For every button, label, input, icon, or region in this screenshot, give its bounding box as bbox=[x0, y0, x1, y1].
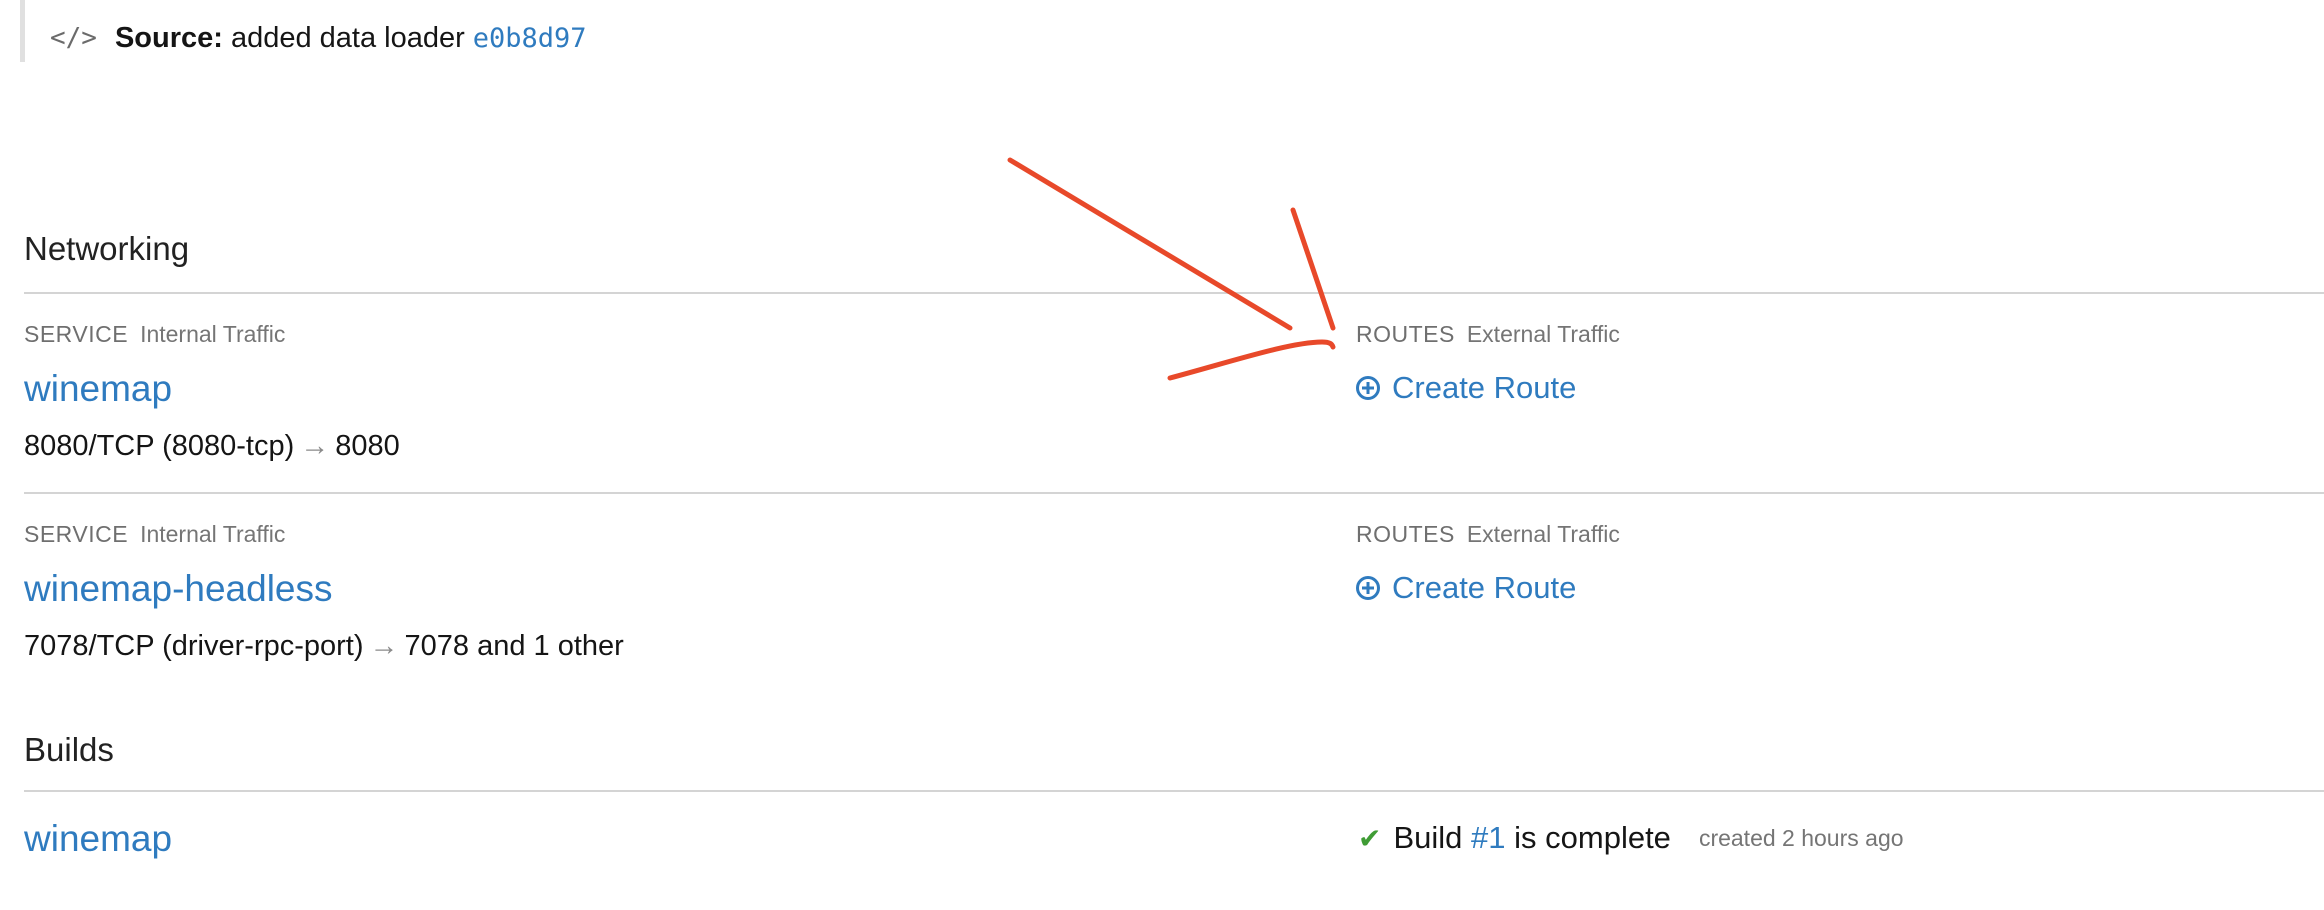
annotation-stroke-main bbox=[1007, 157, 1293, 331]
routes-key: ROUTES bbox=[1356, 321, 1455, 347]
routes-key: ROUTES bbox=[1356, 521, 1455, 547]
build-status: ✔ Build #1 is complete created 2 hours a… bbox=[1358, 820, 1904, 856]
source-label: Source: bbox=[114, 21, 223, 54]
networking-divider bbox=[24, 292, 2324, 294]
service-sub: Internal Traffic bbox=[140, 321, 286, 347]
target-port: 8080 bbox=[335, 430, 400, 462]
source-message: added data loader bbox=[230, 21, 465, 54]
annotation-stroke-lower bbox=[1167, 339, 1336, 381]
service-link-winemap[interactable]: winemap bbox=[24, 368, 172, 410]
create-route-button[interactable]: Create Route bbox=[1356, 370, 1576, 406]
service-sub: Internal Traffic bbox=[140, 521, 286, 547]
arrow-right-icon: → bbox=[300, 430, 330, 462]
annotation-stroke-upper bbox=[1290, 207, 1336, 331]
service-link-winemap-headless[interactable]: winemap-headless bbox=[24, 568, 333, 610]
routes-sub: External Traffic bbox=[1466, 521, 1620, 547]
service-key: SERVICE bbox=[24, 321, 129, 347]
plus-circle-icon bbox=[1356, 376, 1380, 400]
target-port: 7078 and 1 other bbox=[404, 630, 624, 662]
routes-meta: ROUTES External Traffic bbox=[1356, 321, 1620, 348]
service-meta: SERVICE Internal Traffic bbox=[24, 521, 285, 548]
arrow-right-icon: → bbox=[369, 630, 399, 662]
build-config-link-winemap[interactable]: winemap bbox=[24, 818, 172, 860]
build-number-link[interactable]: #1 bbox=[1471, 820, 1505, 856]
service-ports: 7078/TCP (driver-rpc-port) → 7078 and 1 ot… bbox=[24, 630, 624, 663]
commit-link[interactable]: e0b8d97 bbox=[473, 23, 587, 54]
service-meta: SERVICE Internal Traffic bbox=[24, 321, 285, 348]
plus-circle-icon bbox=[1356, 576, 1380, 600]
port-spec: 8080/TCP (8080-tcp) bbox=[24, 430, 295, 462]
code-icon: </> bbox=[50, 23, 97, 53]
builds-divider bbox=[24, 790, 2324, 792]
source-row: </> Source: added data loader e0b8d97 bbox=[50, 16, 587, 60]
source-rail bbox=[20, 0, 25, 62]
build-status-prefix: Build bbox=[1393, 820, 1463, 855]
service-divider bbox=[24, 492, 2324, 494]
check-icon: ✔ bbox=[1358, 822, 1382, 854]
routes-sub: External Traffic bbox=[1466, 321, 1620, 347]
build-created-time: created 2 hours ago bbox=[1698, 824, 1904, 851]
networking-title: Networking bbox=[24, 230, 190, 267]
create-route-label: Create Route bbox=[1392, 370, 1577, 405]
routes-meta: ROUTES External Traffic bbox=[1356, 521, 1620, 548]
service-key: SERVICE bbox=[24, 521, 129, 547]
service-ports: 8080/TCP (8080-tcp) → 8080 bbox=[24, 430, 400, 463]
builds-title: Builds bbox=[24, 731, 114, 768]
create-route-button[interactable]: Create Route bbox=[1356, 570, 1576, 606]
port-spec: 7078/TCP (driver-rpc-port) bbox=[24, 630, 364, 662]
build-status-suffix: is complete bbox=[1514, 820, 1671, 855]
create-route-label: Create Route bbox=[1392, 570, 1577, 605]
